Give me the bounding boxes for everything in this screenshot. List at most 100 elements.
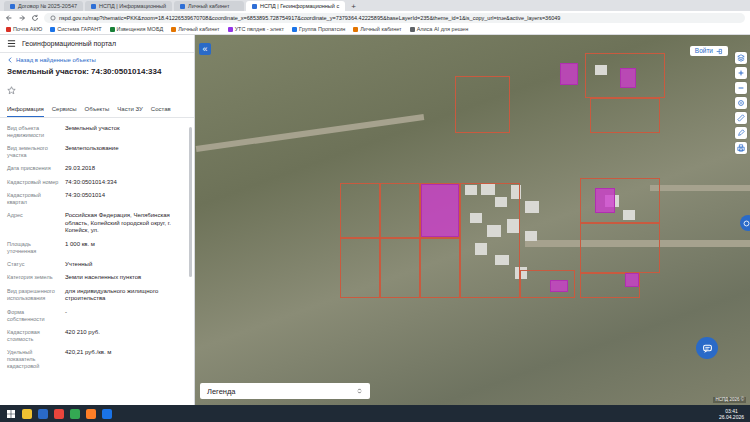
land-parcel (460, 183, 520, 298)
bookmark[interactable]: Система ГАРАНТ (50, 25, 101, 33)
field-value: Учтенный (65, 261, 185, 269)
bookmark[interactable]: Извещения МОБД (110, 25, 164, 33)
favicon-icon (10, 4, 15, 9)
favicon-icon (180, 4, 185, 9)
layers-icon (737, 54, 745, 62)
field-list: Вид объекта недвижимостиЗемельный участо… (0, 118, 194, 373)
building (515, 267, 527, 279)
bookmark-icon (171, 27, 176, 32)
favicon-icon (91, 4, 96, 9)
bookmark[interactable]: Личный кабинет (171, 25, 219, 33)
card-tab[interactable]: Объекты (85, 103, 110, 117)
highlighted-parcel (560, 63, 578, 85)
bookmark[interactable]: Личный кабинет (353, 25, 401, 33)
bookmark[interactable]: Алиса AI для решен (410, 25, 469, 33)
field-value: Российская Федерация, Челябинская област… (65, 212, 185, 235)
system-clock[interactable]: 03:4126.04.2026 (719, 408, 744, 420)
map-attribution: НСПД 2026 © (713, 397, 746, 403)
land-parcel (340, 238, 380, 298)
card-tab[interactable]: Части ЗУ (117, 103, 142, 117)
map-tool-button[interactable] (735, 67, 747, 79)
scrollbar[interactable] (189, 127, 192, 277)
field-label: Адрес (7, 212, 59, 235)
field-value: Землепользование (65, 145, 185, 159)
field-label: Кадастровый квартал (7, 192, 59, 206)
star-icon[interactable] (7, 86, 16, 95)
field-row: Адрес Российская Федерация, Челябинская о… (7, 209, 185, 238)
address-bar[interactable]: nspd.gov.ru/map?thematic=PKK&zoom=18.412… (44, 13, 745, 23)
back-arrow-icon[interactable] (5, 14, 13, 22)
collapse-label: « (202, 45, 207, 54)
map-tool-button[interactable] (735, 52, 747, 64)
building (623, 210, 635, 220)
map-tool-button[interactable] (735, 127, 747, 139)
reload-icon[interactable] (31, 14, 39, 22)
building (487, 225, 501, 237)
bookmark[interactable]: Группа Пропатсин (292, 25, 345, 33)
browser-tab[interactable]: Личный кабинет (174, 1, 244, 11)
help-button[interactable] (740, 215, 750, 231)
favorite-row (0, 79, 194, 101)
expand-icon (356, 387, 363, 395)
land-parcel (380, 238, 420, 298)
highlighted-parcel (625, 273, 639, 287)
collapse-button[interactable]: « (199, 43, 211, 55)
field-label: Вид объекта недвижимости (7, 125, 59, 139)
field-row: Кадастровая стоимость420 210 руб. (7, 326, 185, 346)
field-row: Вид разрешенного использованиядля индиви… (7, 285, 185, 306)
browser-tab-label: НСПД | Информационный (99, 2, 166, 10)
bookmark[interactable]: Почта АКЮ (6, 25, 42, 33)
field-value: 420,21 руб./кв. м (65, 349, 185, 370)
map-tool-button[interactable] (735, 97, 747, 109)
taskbar-app-icon[interactable] (70, 409, 80, 419)
taskbar-app-icon[interactable] (86, 409, 96, 419)
location-icon (737, 99, 745, 107)
taskbar-app-icon[interactable] (22, 409, 32, 419)
back-link[interactable]: Назад в найденные объекты (0, 53, 194, 65)
chat-button[interactable] (696, 337, 718, 359)
login-label: Войти (695, 47, 713, 55)
map[interactable]: « Войти Легенда НСПД 2026 © (195, 35, 750, 405)
print-icon (737, 144, 745, 152)
windows-start-icon[interactable] (6, 409, 16, 419)
new-tab-button[interactable]: + (347, 2, 360, 11)
field-label: Статус (7, 261, 59, 269)
highlighted-parcel (550, 280, 568, 292)
land-parcel (455, 76, 510, 133)
field-row: Статус Учтенный (7, 258, 185, 272)
bookmark-label: Система ГАРАНТ (57, 25, 101, 33)
bookmark-icon (6, 27, 11, 32)
hamburger-menu-icon[interactable] (7, 39, 16, 48)
map-tool-button[interactable] (735, 142, 747, 154)
bookmark[interactable]: УТС пвлдев - элект (228, 25, 284, 33)
ruler-icon (737, 114, 745, 122)
field-value: 420 210 руб. (65, 329, 185, 343)
zoom-in-icon (737, 69, 745, 77)
side-panel: Геоинформационный порталНазад в найденны… (0, 35, 195, 405)
card-tab[interactable]: Состав (151, 103, 171, 117)
building (465, 185, 477, 195)
taskbar-app-icon[interactable] (54, 409, 64, 419)
taskbar-app-icon[interactable] (102, 409, 112, 419)
field-value: 74:30:0501014:334 (65, 179, 185, 187)
browser-tab[interactable]: НСПД | Геоинформационный с (246, 1, 345, 11)
browser-tab[interactable]: НСПД | Информационный (85, 1, 172, 11)
card-tab[interactable]: Информация (7, 103, 44, 117)
map-tool-button[interactable] (735, 82, 747, 94)
road (650, 185, 750, 191)
forward-arrow-icon[interactable] (18, 14, 26, 22)
site-info-icon[interactable] (50, 15, 56, 21)
login-button[interactable]: Войти (690, 46, 728, 56)
browser-tab[interactable]: Договор № 2025-20547 (4, 1, 83, 11)
field-row: Форма собственности- (7, 306, 185, 326)
zoom-out-icon (737, 84, 745, 92)
field-label: Кадастровый номер (7, 179, 59, 187)
card-tab[interactable]: Сервисы (52, 103, 77, 117)
taskbar-app-icon[interactable] (38, 409, 48, 419)
legend-label: Легенда (207, 387, 236, 396)
highlighted-parcel (595, 188, 615, 213)
bookmark-icon (50, 27, 55, 32)
map-tool-button[interactable] (735, 112, 747, 124)
field-value: - (65, 309, 185, 323)
legend-dropdown[interactable]: Легенда (200, 383, 370, 399)
